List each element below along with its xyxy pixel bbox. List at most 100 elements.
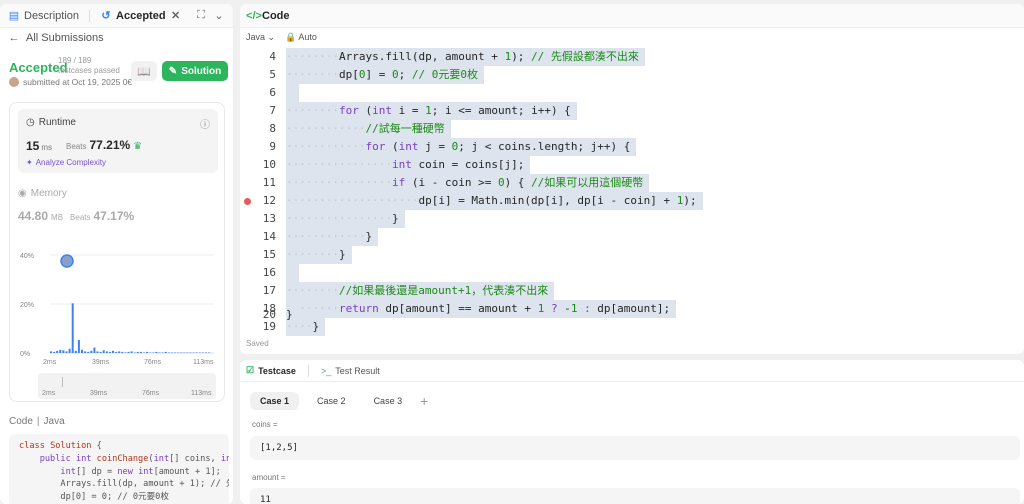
range-brush[interactable]: 2ms 39ms 76ms 113ms	[38, 373, 216, 399]
code-text: ········for (int i = 1; i <= amount; i++…	[286, 102, 577, 120]
code-line: 15 ········}	[240, 246, 1024, 264]
submitted-code[interactable]: class Solution { public int coinChange(i…	[9, 434, 229, 504]
stats-card: ◷ Runtime ⓘ 15 ms Beats 77.21% ♛ ✦ Analyz…	[9, 102, 225, 402]
code-line: 7 ········for (int i = 1; i <= amount; i+…	[240, 102, 1024, 120]
field-input-coins[interactable]: [1,2,5]	[250, 436, 1020, 460]
memory-value: 44.80 MB Beats 47.17%	[18, 209, 134, 223]
distribution-bar	[201, 352, 204, 353]
code-editor-panel: </> Code Java ⌄ 🔒 Auto 4 ········Arrays.f…	[240, 4, 1024, 354]
distribution-bar	[65, 351, 68, 353]
memory-label: Memory	[30, 188, 67, 199]
distribution-bar	[112, 350, 114, 353]
brush-tick: 2ms	[42, 390, 56, 397]
case-tab-3[interactable]: Case 3	[364, 392, 413, 410]
tab-accepted[interactable]: ↺ Accepted ✕	[100, 10, 182, 23]
distribution-bar	[68, 348, 71, 353]
distribution-bars	[50, 303, 211, 353]
line-number: 6	[269, 86, 276, 99]
collapse-icon[interactable]: ⌄	[213, 10, 225, 22]
trophy-icon: ♛	[133, 141, 143, 152]
test-tabbar: ☑ Testcase >_ Test Result	[240, 360, 1024, 382]
distribution-bar	[192, 352, 195, 353]
tab-description[interactable]: ▤ Description	[8, 9, 80, 23]
runtime-box[interactable]: ◷ Runtime ⓘ 15 ms Beats 77.21% ♛ ✦ Analyz…	[18, 109, 218, 173]
x-tick-label: 2ms	[43, 359, 57, 366]
field-label-coins: coins =	[252, 420, 278, 429]
distribution-bar	[205, 352, 207, 353]
distribution-bar	[208, 352, 211, 353]
case-tab-2[interactable]: Case 2	[307, 392, 356, 410]
distribution-bar	[149, 352, 152, 353]
close-icon[interactable]: ✕	[170, 10, 182, 22]
code-text: }	[286, 306, 299, 324]
distribution-bar	[96, 351, 99, 353]
code-line: 11 ················if (i - coin >= 0) { /…	[240, 174, 1024, 192]
distribution-bar	[170, 352, 173, 353]
editor-toolbar: Java ⌄ 🔒 Auto	[246, 32, 317, 43]
distribution-bar	[99, 351, 102, 353]
add-case-icon[interactable]: +	[420, 393, 428, 409]
language-select[interactable]: Java ⌄	[246, 32, 275, 43]
beats-label: Beats	[66, 142, 87, 151]
submitted-info: submitted at Oct 19, 2025 0€	[9, 77, 132, 87]
code-line: 5 ········dp[0] = 0; // 0元要0枚	[240, 66, 1024, 84]
back-link[interactable]: ← All Submissions	[8, 32, 104, 44]
expand-icon[interactable]: ⛶	[195, 9, 207, 22]
passed-label: testcases passed	[58, 66, 120, 75]
memory-label-row[interactable]: ◉ Memory	[18, 188, 67, 199]
brush-tick: 76ms	[142, 390, 160, 397]
code-lang: Java	[43, 416, 65, 427]
distribution-bar	[102, 350, 105, 353]
code-text: ············for (int j = 0; j < coins.le…	[286, 138, 637, 156]
distribution-bar	[121, 351, 124, 353]
y-tick-label: 40%	[20, 253, 34, 260]
brush-mark	[62, 377, 63, 387]
distribution-bar	[81, 349, 83, 353]
runtime-number: 15	[26, 139, 40, 153]
code-line: 13 ················}	[240, 210, 1024, 228]
your-position-avatar	[60, 254, 74, 268]
line-number: 14	[262, 230, 276, 243]
distribution-bar	[161, 352, 164, 353]
line-number: 12	[262, 194, 276, 207]
code-section-header: Code | Java	[9, 416, 65, 427]
tab-description-label: Description	[24, 9, 80, 22]
auto-mode[interactable]: 🔒 Auto	[285, 32, 317, 43]
runtime-distribution-chart: 40% 20% 0% 2ms 39ms 76ms 113ms	[20, 253, 214, 366]
distribution-bar	[90, 350, 93, 353]
field-label-amount: amount =	[252, 473, 286, 482]
analyze-complexity-link[interactable]: ✦ Analyze Complexity	[26, 158, 106, 167]
distribution-bar	[115, 351, 118, 353]
memory-unit: MB	[51, 213, 64, 222]
code-text	[286, 264, 299, 282]
distribution-bar	[167, 352, 170, 353]
tab-testcase[interactable]: ☑ Testcase	[246, 365, 296, 376]
notes-button[interactable]: 📖	[131, 61, 157, 81]
info-icon[interactable]: ⓘ	[200, 116, 210, 131]
memory-beats-label: Beats	[70, 213, 91, 222]
code-text: ············}	[286, 228, 379, 246]
tab-test-result[interactable]: >_ Test Result	[321, 366, 380, 376]
distribution-bar	[87, 351, 90, 353]
case-tab-1[interactable]: Case 1	[250, 392, 300, 410]
line-number: 13	[262, 212, 276, 225]
distribution-bar	[189, 352, 192, 353]
distribution-bar	[136, 351, 139, 353]
field-input-amount[interactable]: 11	[250, 488, 1020, 504]
code-text: ················}	[286, 210, 405, 228]
code-line: 10 ················int coin = coins[j];	[240, 156, 1024, 174]
distribution-bar	[127, 351, 130, 353]
code-editor[interactable]: 4 ········Arrays.fill(dp, amount + 1); //…	[240, 48, 1024, 336]
x-tick-label: 76ms	[144, 359, 162, 366]
distribution-bar	[118, 351, 121, 353]
back-label: All Submissions	[26, 32, 104, 44]
distribution-bar	[177, 352, 180, 353]
tab-divider	[89, 9, 91, 22]
distribution-bar	[198, 352, 201, 353]
code-line: 16	[240, 264, 1024, 282]
code-line: 12 ····················dp[i] = Math.min(d…	[240, 192, 1024, 210]
distribution-bar	[130, 351, 133, 353]
distribution-bar	[133, 352, 136, 353]
code-line: 6	[240, 84, 1024, 102]
solution-button[interactable]: ✎ Solution	[162, 61, 228, 81]
